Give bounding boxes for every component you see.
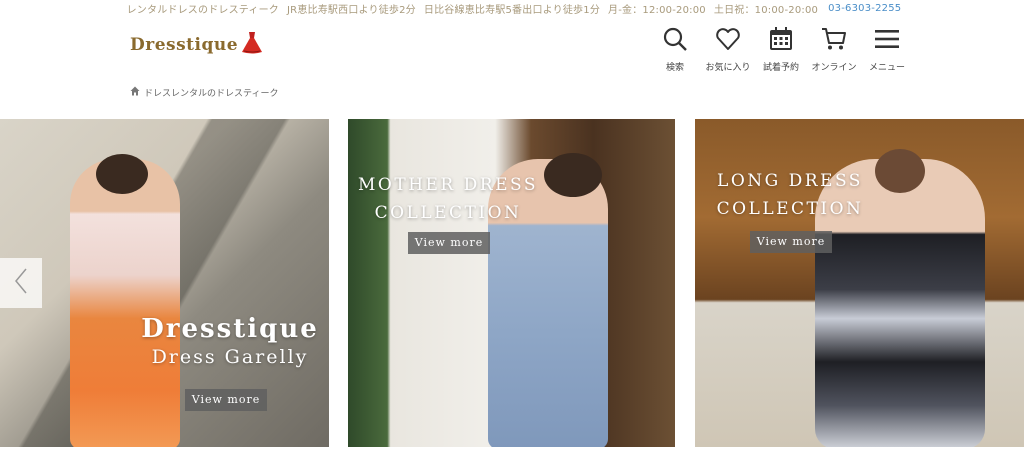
slide1-title: Dresstique (141, 314, 319, 344)
breadcrumb: ドレスレンタルのドレスティーク (130, 86, 278, 99)
info-store-name: レンタルドレスのドレスティーク (126, 4, 280, 16)
slide1-view-more-button[interactable]: View more (185, 389, 267, 411)
slide1-subtitle: Dress Garelly (151, 346, 309, 368)
cart-icon (821, 26, 847, 56)
slide3-line2: Collection (716, 199, 864, 219)
info-hours-weekend: 土日祝：10:00-20:00 (713, 4, 819, 16)
nav-search-label: 検索 (665, 63, 684, 73)
phone-link[interactable]: 03-6303-2255 (828, 3, 901, 14)
slide3-caption: Long Dress Collection (695, 167, 885, 223)
slide-dresstique-gallery[interactable]: Dresstique Dress Garelly View more (0, 119, 329, 447)
heart-icon (715, 26, 741, 56)
slide2-caption: Mother Dress Collection (348, 171, 548, 227)
menu-icon (874, 26, 900, 56)
slide2-line1: Mother Dress (358, 175, 538, 195)
slide-mother-dress[interactable]: Mother Dress Collection View more (348, 119, 675, 447)
slide3-view-more-button[interactable]: View more (750, 231, 832, 253)
nav-menu[interactable]: メニュー (862, 26, 912, 73)
breadcrumb-current: ドレスレンタルのドレスティーク (144, 89, 279, 99)
nav-online-label: オンライン (811, 63, 857, 73)
slide1-caption: Dresstique Dress Garelly (140, 314, 320, 368)
top-info-bar: レンタルドレスのドレスティーク JR恵比寿駅西口より徒歩2分 日比谷線恵比寿駅5… (0, 0, 1024, 16)
nav-search[interactable]: 検索 (650, 26, 700, 73)
slide2-view-more-button[interactable]: View more (408, 232, 490, 254)
red-dress-icon (240, 30, 264, 60)
nav-reservation[interactable]: 試着予約 (756, 26, 806, 73)
info-access-hibiya: 日比谷線恵比寿駅5番出口より徒歩1分 (423, 4, 601, 16)
header-nav: 検索 お気に入り 試着予約 オンライン メニュー (650, 26, 915, 73)
home-icon[interactable] (130, 86, 144, 99)
hero-slider: Dresstique Dress Garelly View more Mothe… (0, 119, 1024, 447)
nav-menu-label: メニュー (868, 63, 905, 73)
nav-favorites-label: お気に入り (705, 63, 751, 73)
chevron-left-icon (14, 267, 28, 299)
model-image (70, 159, 180, 447)
slider-prev-button[interactable] (0, 258, 42, 308)
nav-online[interactable]: オンライン (809, 26, 859, 73)
nav-reservation-label: 試着予約 (762, 63, 799, 73)
slide-long-dress[interactable]: Long Dress Collection View more (695, 119, 1024, 447)
logo-text: Dresstique (130, 35, 239, 55)
slide2-line2: Collection (374, 203, 522, 223)
nav-favorites[interactable]: お気に入り (703, 26, 753, 73)
calendar-icon (768, 26, 794, 56)
slide3-line1: Long Dress (717, 171, 863, 191)
info-hours-weekday: 月-金：12:00-20:00 (608, 4, 706, 16)
info-access-jr: JR恵比寿駅西口より徒歩2分 (287, 4, 416, 16)
site-logo[interactable]: Dresstique (130, 30, 264, 60)
search-icon (662, 26, 688, 56)
